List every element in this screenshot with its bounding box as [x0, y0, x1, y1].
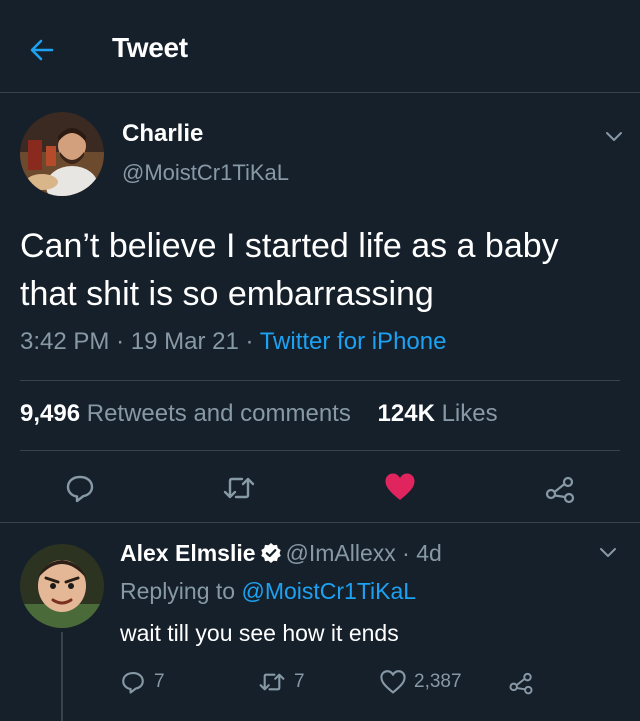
reply-header: Alex Elmslie @ImAllexx · 4d: [120, 540, 442, 567]
like-button[interactable]: [384, 472, 416, 507]
share-icon: [509, 672, 533, 695]
chevron-down-icon: [606, 132, 622, 141]
tweet-text: Can’t believe I started life as a baby t…: [20, 227, 559, 313]
heart-icon: [385, 473, 415, 500]
tweet-stats: 9,496 Retweets and comments 124K Likes: [20, 400, 498, 428]
retweets-stat[interactable]: 9,496 Retweets and comments: [20, 400, 351, 427]
reply-author-name[interactable]: Alex Elmslie: [120, 540, 256, 566]
likes-count: 124K: [377, 400, 435, 427]
likes-stat[interactable]: 124K Likes: [378, 400, 498, 427]
reply-retweet-count: 7: [294, 671, 305, 692]
tweet-time: 3:42 PM: [20, 328, 110, 355]
reply-reply-button[interactable]: 7: [120, 668, 165, 696]
replying-to-handle[interactable]: @MoistCr1TiKaL: [241, 578, 416, 604]
retweet-icon: [259, 673, 285, 691]
retweets-count: 9,496: [20, 400, 81, 427]
reply-icon: [122, 672, 144, 694]
reply-avatar[interactable]: [20, 544, 104, 628]
share-icon: [545, 476, 575, 504]
reply-age: 4d: [416, 540, 442, 566]
meta-separator: ·: [402, 540, 410, 566]
replying-to-label: Replying to: [120, 578, 236, 604]
reply-text: wait till you see how it ends: [120, 620, 399, 646]
retweet-icon: [223, 477, 255, 499]
back-button[interactable]: [24, 32, 60, 68]
meta-separator: ·: [116, 328, 125, 355]
reply-button[interactable]: [64, 472, 96, 509]
tweet-date: 19 Mar 21: [130, 328, 239, 355]
reply-share-button[interactable]: [508, 668, 534, 696]
likes-label: Likes: [441, 400, 498, 427]
arrow-left-icon: [30, 39, 54, 61]
replying-to: Replying to @MoistCr1TiKaL: [120, 578, 416, 605]
heart-outline-icon: [380, 670, 406, 694]
tweet-meta: 3:42 PM · 19 Mar 21 · Twitter for iPhone: [20, 328, 446, 356]
reply-reply-count: 7: [154, 671, 165, 692]
divider: [20, 450, 620, 451]
meta-separator: ·: [245, 328, 254, 355]
retweet-button[interactable]: [222, 472, 256, 509]
page-title: Tweet: [112, 32, 188, 63]
reply-retweet-button[interactable]: 7: [258, 668, 305, 696]
reply-author-handle[interactable]: @ImAllexx: [286, 540, 396, 566]
verified-badge-icon: [260, 543, 281, 563]
chevron-down-icon: [600, 548, 616, 557]
share-button[interactable]: [544, 472, 576, 509]
author-handle[interactable]: @MoistCr1TiKaL: [122, 160, 289, 186]
retweets-label: Retweets and comments: [86, 400, 351, 427]
divider: [20, 380, 620, 381]
avatar[interactable]: [20, 112, 104, 196]
header-bar: Tweet: [0, 0, 640, 93]
reply-more-options-button[interactable]: [598, 546, 618, 565]
thread-line: [61, 632, 63, 721]
more-options-button[interactable]: [604, 130, 624, 149]
reply-like-count: 2,387: [414, 671, 462, 692]
reply-icon: [66, 475, 94, 503]
author-name[interactable]: Charlie: [122, 120, 203, 148]
divider: [0, 522, 640, 523]
tweet-source-link[interactable]: Twitter for iPhone: [260, 328, 447, 355]
reply-like-button[interactable]: 2,387: [380, 668, 462, 696]
